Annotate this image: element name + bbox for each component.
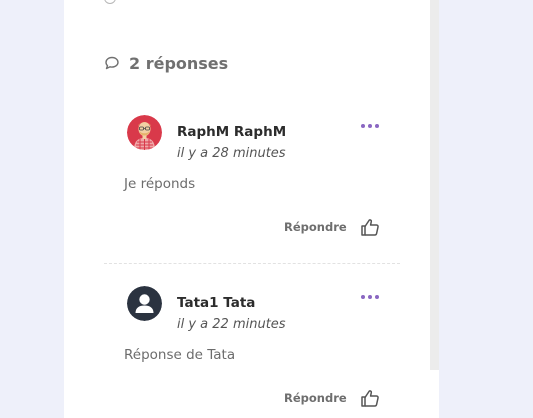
more-dots-icon[interactable]: [361, 291, 379, 303]
timestamp: il y a 22 minutes: [177, 317, 286, 332]
user-silhouette-icon: [127, 286, 162, 321]
avatar[interactable]: [127, 115, 162, 150]
avatar[interactable]: [127, 286, 162, 321]
reply-button[interactable]: Répondre: [284, 220, 347, 234]
more-dots-icon[interactable]: [361, 120, 379, 132]
replies-header: 2 réponses: [104, 52, 228, 74]
author-name[interactable]: Tata1 Tata: [177, 295, 255, 311]
reply-text: Je réponds: [124, 176, 196, 192]
author-name[interactable]: RaphM RaphM: [177, 124, 286, 140]
comment-bubble-icon: [105, 56, 119, 70]
thumbs-up-icon[interactable]: [360, 217, 380, 237]
avatar-image: [127, 115, 162, 150]
reply-text: Réponse de Tata: [124, 347, 236, 363]
reply-button[interactable]: Répondre: [284, 391, 347, 405]
replies-count-title: 2 réponses: [129, 53, 229, 73]
thumbs-up-icon[interactable]: [360, 388, 380, 408]
timestamp: il y a 28 minutes: [177, 146, 286, 161]
divider: [104, 263, 400, 264]
scrollbar[interactable]: [430, 0, 439, 370]
